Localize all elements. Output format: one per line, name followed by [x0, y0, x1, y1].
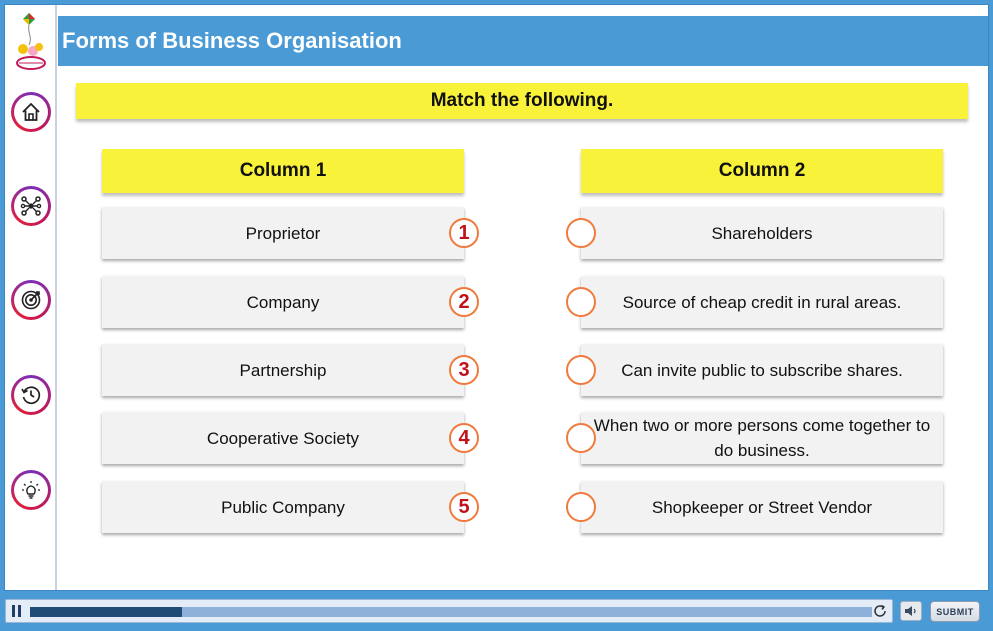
sidebar-item-target[interactable] [11, 280, 51, 320]
answer-slot-3[interactable] [566, 355, 596, 385]
column1-item-3[interactable]: Partnership [102, 344, 464, 396]
history-icon [21, 386, 41, 405]
page-title: Forms of Business Organisation [62, 28, 402, 53]
pause-button[interactable] [11, 605, 23, 617]
volume-button[interactable] [900, 601, 922, 621]
column2-item-3[interactable]: Can invite public to subscribe shares. [581, 344, 943, 396]
match-number-3[interactable]: 3 [449, 355, 479, 385]
answer-slot-4[interactable] [566, 423, 596, 453]
network-icon [20, 196, 42, 216]
progress-fill [30, 607, 182, 617]
column1-item-5[interactable]: Public Company [102, 481, 464, 533]
column2-item-1[interactable]: Shareholders [581, 207, 943, 259]
submit-button[interactable]: SUBMIT [930, 601, 980, 622]
target-icon [21, 290, 41, 310]
player-bar: SUBMIT [0, 595, 993, 631]
column2-item-2[interactable]: Source of cheap credit in rural areas. [581, 276, 943, 328]
header-bar: Forms of Business Organisation [58, 16, 988, 66]
answer-slot-1[interactable] [566, 218, 596, 248]
instruction-banner: Match the following. [76, 83, 968, 119]
match-number-2[interactable]: 2 [449, 287, 479, 317]
home-icon [22, 103, 40, 121]
column2-item-4[interactable]: When two or more persons come together t… [581, 412, 943, 464]
lightbulb-icon [22, 481, 40, 499]
pause-icon-bar [18, 605, 21, 617]
match-number-4[interactable]: 4 [449, 423, 479, 453]
sidebar-item-home[interactable] [11, 92, 51, 132]
sidebar [5, 5, 57, 590]
answer-slot-5[interactable] [566, 492, 596, 522]
match-number-5[interactable]: 5 [449, 492, 479, 522]
column1-heading: Column 1 [102, 149, 464, 193]
column1-item-1[interactable]: Proprietor [102, 207, 464, 259]
sidebar-item-network[interactable] [11, 186, 51, 226]
sidebar-item-history[interactable] [11, 375, 51, 415]
replay-icon[interactable] [872, 603, 888, 619]
header-top-strip [58, 5, 988, 16]
playback-controls [5, 599, 893, 623]
sidebar-item-tips[interactable] [11, 470, 51, 510]
progress-track[interactable] [30, 607, 872, 617]
kite-logo-icon [16, 13, 46, 70]
pause-icon [12, 605, 15, 617]
column2-heading: Column 2 [581, 149, 943, 193]
speaker-icon [905, 606, 916, 616]
column2-item-5[interactable]: Shopkeeper or Street Vendor [581, 481, 943, 533]
answer-slot-2[interactable] [566, 287, 596, 317]
match-number-1[interactable]: 1 [449, 218, 479, 248]
column1-item-4[interactable]: Cooperative Society [102, 412, 464, 464]
column1-item-2[interactable]: Company [102, 276, 464, 328]
